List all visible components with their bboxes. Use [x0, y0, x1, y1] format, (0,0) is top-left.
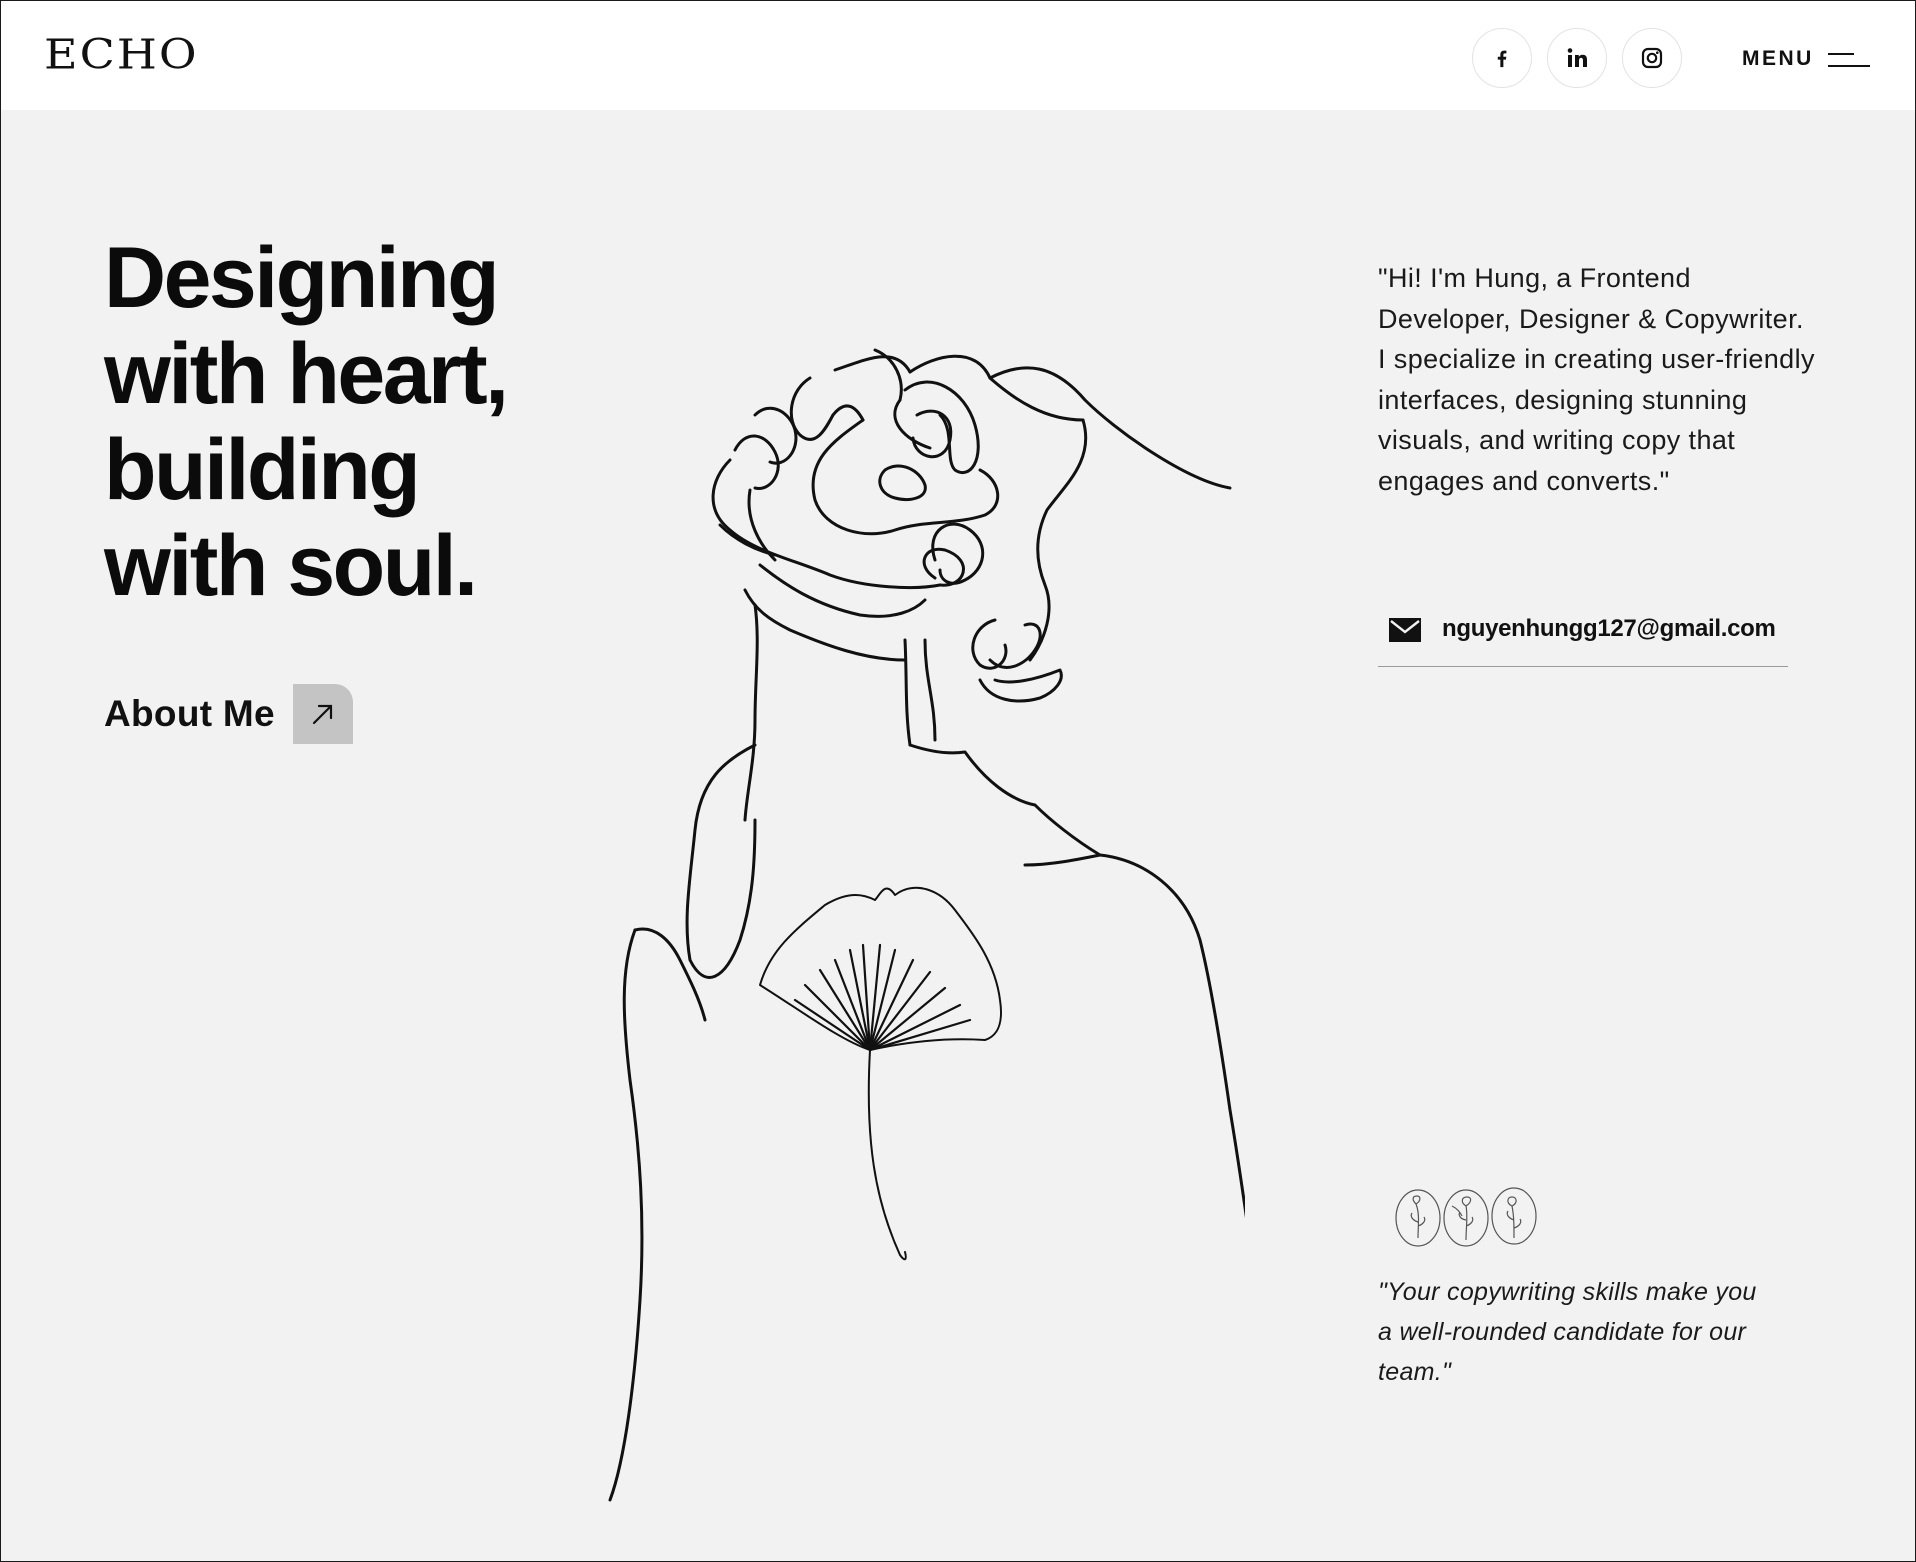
instagram-icon — [1641, 47, 1663, 69]
site-header: ECHO MENU — [0, 0, 1916, 110]
menu-label: MENU — [1742, 47, 1814, 70]
facebook-button[interactable] — [1472, 28, 1532, 88]
arrow-up-right-icon — [312, 704, 333, 725]
facebook-icon — [1497, 50, 1507, 68]
about-me-link[interactable]: About Me — [104, 684, 353, 744]
testimonial-quote: "Your copywriting skills make you a well… — [1378, 1278, 1757, 1386]
hero-title-line: with soul. — [104, 518, 478, 614]
about-me-label: About Me — [104, 693, 275, 734]
hero-title-line: Designing — [104, 230, 500, 326]
hamburger-menu-icon — [1827, 47, 1870, 71]
hero-title-line: with heart, — [104, 326, 509, 422]
instagram-button[interactable] — [1622, 28, 1682, 88]
hero-title: Designing with heart, building with soul… — [104, 230, 624, 614]
linkedin-button[interactable] — [1547, 28, 1607, 88]
email-link[interactable]: nguyenhungg127@gmail.com — [1378, 605, 1788, 667]
envelope-icon — [1389, 618, 1421, 642]
bio-text: "Hi! I'm Hung, a Frontend Developer, Des… — [1378, 263, 1815, 496]
menu-button[interactable]: MENU — [1742, 39, 1870, 79]
linkedin-icon — [1567, 48, 1587, 67]
floral-badges-icon — [1395, 1187, 1537, 1247]
email-address: nguyenhungg127@gmail.com — [1442, 615, 1776, 642]
site-logo[interactable]: ECHO — [44, 30, 199, 79]
line-art-portrait-illustration — [608, 348, 1245, 1502]
hero-title-line: building — [104, 422, 421, 518]
about-arrow-button[interactable] — [292, 684, 353, 744]
